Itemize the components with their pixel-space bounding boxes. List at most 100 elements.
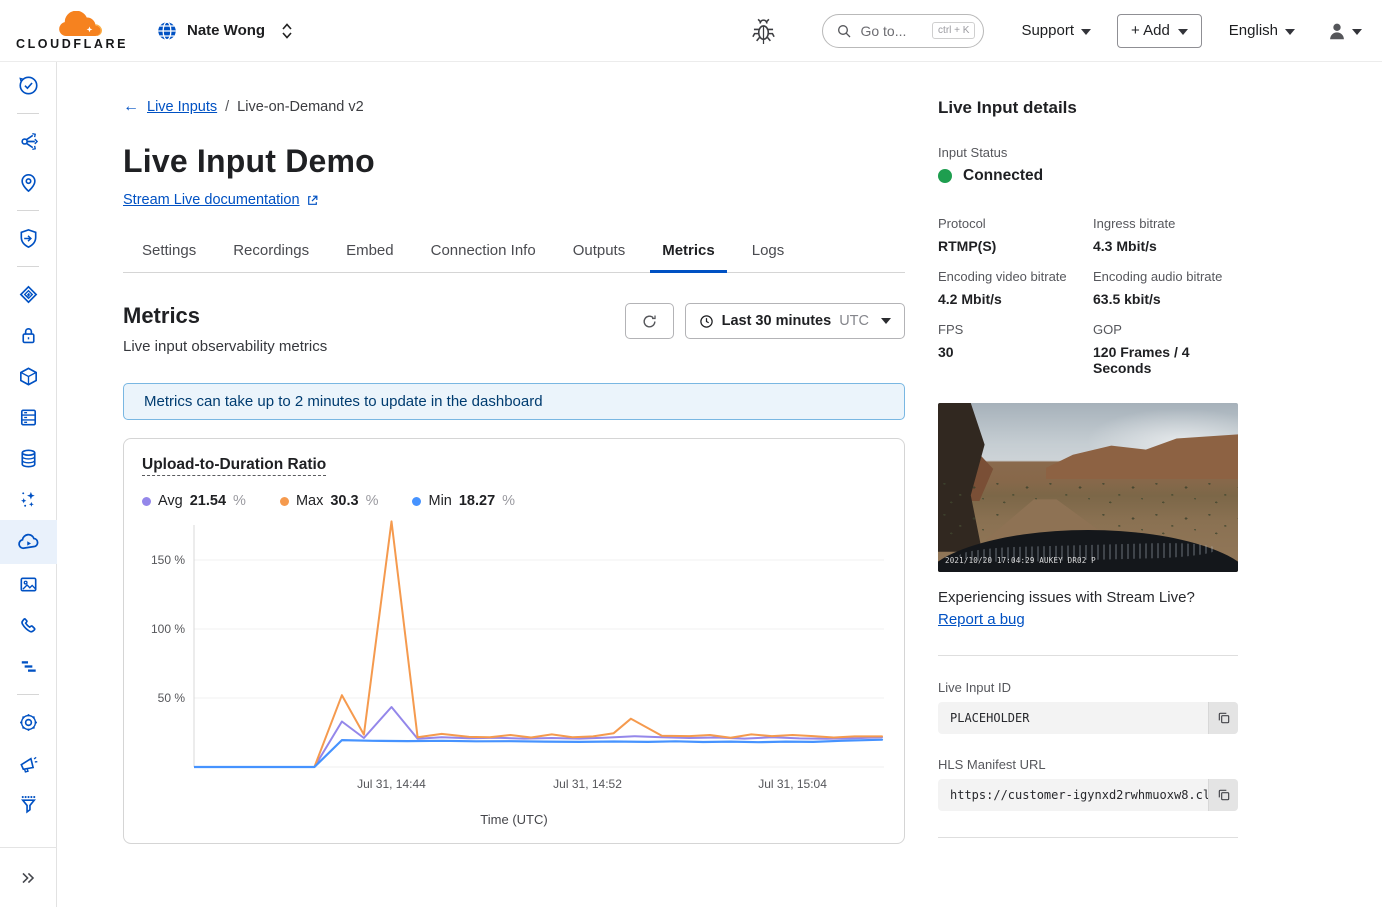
sidebar-item-notifications[interactable] <box>0 743 57 784</box>
workers-cube-icon <box>17 365 40 388</box>
timezone-label: UTC <box>839 313 869 329</box>
time-range-value: Last 30 minutes <box>722 313 832 329</box>
tab-logs[interactable]: Logs <box>752 232 785 272</box>
chevron-down-icon <box>1178 29 1188 35</box>
details-grid: Protocol RTMP(S) Ingress bitrate 4.3 Mbi… <box>938 216 1238 376</box>
zaraz-bars-icon <box>17 655 40 678</box>
refresh-button[interactable] <box>625 303 674 339</box>
documentation-link-label: Stream Live documentation <box>123 192 300 208</box>
external-link-icon <box>306 194 319 207</box>
expand-sidebar-icon <box>18 868 38 888</box>
detail-fps: FPS 30 <box>938 322 1083 376</box>
tab-bar: Settings Recordings Embed Connection Inf… <box>123 232 905 273</box>
profile-menu[interactable] <box>1326 20 1362 42</box>
cloudflare-logo[interactable]: CLOUDFLARE <box>14 11 130 51</box>
page-title: Live Input Demo <box>123 143 905 180</box>
chart-card: Upload-to-Duration Ratio Avg 21.54 % Max… <box>123 438 905 844</box>
sidebar-item-storage[interactable] <box>0 438 57 479</box>
storage-database-icon <box>17 447 40 470</box>
report-bug-icon[interactable] <box>751 17 776 44</box>
sidebar-item-images[interactable] <box>0 564 57 605</box>
tab-metrics[interactable]: Metrics <box>662 232 715 272</box>
server-rack-icon <box>17 406 40 429</box>
support-menu[interactable]: Support <box>1021 22 1091 39</box>
sidebar-item-settings[interactable] <box>0 702 57 743</box>
video-timestamp: 2021/10/20 17:04:29 AUKEY DR02 P <box>945 556 1096 565</box>
sidebar-item-speed[interactable] <box>0 274 57 315</box>
chevron-down-icon <box>1081 29 1091 35</box>
ai-sparkles-icon <box>17 488 40 511</box>
metrics-section-header: Metrics Live input observability metrics… <box>123 303 905 355</box>
hls-manifest-field: https://customer-igynxd2rwhmuoxw8.cloudf <box>938 779 1238 811</box>
global-search-input[interactable]: Go to... ctrl + K <box>822 14 984 48</box>
live-input-id-value: PLACEHOLDER <box>938 702 1208 734</box>
time-range-dropdown[interactable]: Last 30 minutes UTC <box>685 303 905 339</box>
info-banner: Metrics can take up to 2 minutes to upda… <box>123 383 905 420</box>
stream-cloud-play-icon <box>16 530 41 555</box>
detail-video-bitrate: Encoding video bitrate 4.2 Mbit/s <box>938 269 1083 307</box>
breadcrumb-back-link[interactable]: Live Inputs <box>147 99 217 115</box>
tab-connection-info[interactable]: Connection Info <box>431 232 536 272</box>
sidebar-item-security[interactable] <box>0 218 57 259</box>
report-bug-link[interactable]: Report a bug <box>938 611 1025 628</box>
globe-icon <box>156 20 178 42</box>
chart-legend: Avg 21.54 % Max 30.3 % Min 18.27 % <box>142 493 886 509</box>
search-placeholder: Go to... <box>860 23 924 39</box>
tab-outputs[interactable]: Outputs <box>573 232 626 272</box>
top-header: CLOUDFLARE Nate Wong <box>0 0 1382 62</box>
x-axis-title: Time (UTC) <box>142 810 886 833</box>
upload-duration-chart: 50 %100 %150 %Jul 31, 14:44Jul 31, 14:52… <box>142 517 888 805</box>
svg-text:50 %: 50 % <box>158 691 186 705</box>
sidebar-item-workers[interactable] <box>0 356 57 397</box>
legend-item-min: Min 18.27 % <box>412 493 515 509</box>
account-selector[interactable]: Nate Wong <box>156 20 294 42</box>
breadcrumb-separator: / <box>225 99 229 115</box>
live-input-id-field: PLACEHOLDER <box>938 702 1238 734</box>
language-menu[interactable]: English <box>1229 22 1295 39</box>
add-label: + Add <box>1131 22 1170 39</box>
notifications-megaphone-icon <box>17 752 40 775</box>
sidebar-item-network[interactable] <box>0 121 57 162</box>
documentation-link[interactable]: Stream Live documentation <box>123 192 319 208</box>
hls-manifest-value: https://customer-igynxd2rwhmuoxw8.cloudf <box>938 779 1208 811</box>
tab-embed[interactable]: Embed <box>346 232 394 272</box>
metrics-subtitle: Live input observability metrics <box>123 338 327 355</box>
search-shortcut-badge: ctrl + K <box>932 22 975 39</box>
status-dot-icon <box>938 169 952 183</box>
sidebar-item-funnel[interactable] <box>0 784 57 825</box>
divider <box>938 837 1238 838</box>
clock-check-icon <box>17 74 40 97</box>
copy-hls-manifest-button[interactable] <box>1208 779 1238 811</box>
sidebar-item-stream[interactable] <box>0 520 57 564</box>
svg-text:Jul 31, 14:52: Jul 31, 14:52 <box>553 777 622 791</box>
sidebar-item-servers[interactable] <box>0 397 57 438</box>
location-pin-icon <box>17 171 40 194</box>
copy-live-input-id-button[interactable] <box>1208 702 1238 734</box>
sidebar-item-ai[interactable] <box>0 479 57 520</box>
expand-sidebar-button[interactable] <box>0 847 57 907</box>
left-sidebar <box>0 62 57 907</box>
svg-text:Jul 31, 14:44: Jul 31, 14:44 <box>357 777 426 791</box>
sidebar-item-ssl[interactable] <box>0 315 57 356</box>
settings-gear-icon <box>17 711 40 734</box>
sidebar-item-calls[interactable] <box>0 605 57 646</box>
svg-text:100 %: 100 % <box>151 622 185 636</box>
add-button[interactable]: + Add <box>1117 14 1202 48</box>
tab-recordings[interactable]: Recordings <box>233 232 309 272</box>
search-icon <box>836 23 852 39</box>
input-status: Connected <box>938 167 1238 185</box>
images-icon <box>17 573 40 596</box>
ssl-lock-icon <box>17 324 40 347</box>
sidebar-item-locations[interactable] <box>0 162 57 203</box>
status-badge: Connected <box>963 167 1043 185</box>
chart-title: Upload-to-Duration Ratio <box>142 456 886 474</box>
cloudflare-cloud-icon <box>53 11 109 39</box>
tab-settings[interactable]: Settings <box>142 232 196 272</box>
sidebar-divider <box>17 266 39 267</box>
sidebar-item-zaraz[interactable] <box>0 646 57 687</box>
user-icon <box>1326 20 1348 42</box>
content-column: ← Live Inputs / Live-on-Demand v2 Live I… <box>123 98 905 862</box>
network-icon <box>17 130 40 153</box>
sidebar-item-overview[interactable] <box>0 65 57 106</box>
breadcrumb: ← Live Inputs / Live-on-Demand v2 <box>123 98 905 116</box>
